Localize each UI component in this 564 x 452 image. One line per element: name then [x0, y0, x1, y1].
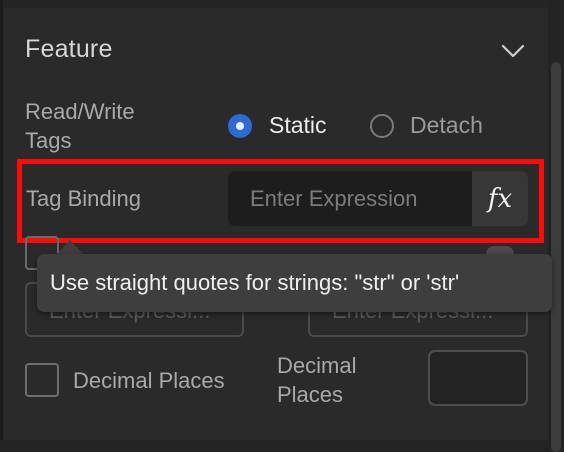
section-title: Feature — [25, 35, 113, 63]
read-write-tags-label: Read/Write Tags — [25, 97, 135, 155]
decimal-places-field — [428, 350, 528, 406]
detach-radio[interactable] — [370, 114, 394, 138]
decimal-places-checkbox[interactable] — [25, 363, 59, 397]
decimal-places-input[interactable] — [430, 352, 526, 404]
quotes-tooltip: Use straight quotes for strings: "str" o… — [37, 254, 552, 312]
read-write-tags-label-line1: Read/Write — [25, 99, 135, 124]
panel-top-border — [0, 0, 564, 8]
tooltip-arrow — [56, 240, 84, 255]
chevron-down-icon[interactable] — [500, 38, 526, 64]
detach-radio-label[interactable]: Detach — [410, 112, 483, 139]
panel-bottom-divider — [0, 440, 548, 452]
read-write-tags-label-line2: Tags — [25, 128, 72, 153]
decimal-places-field-label: Decimal Places — [277, 351, 356, 409]
decimal-places-field-label-line1: Decimal — [277, 353, 357, 378]
static-radio-label[interactable]: Static — [269, 112, 327, 139]
decimal-places-checkbox-label[interactable]: Decimal Places — [73, 366, 225, 395]
decimal-places-field-label-line2: Places — [277, 382, 344, 407]
highlight-annotation — [17, 159, 544, 243]
panel-left-border — [0, 0, 3, 452]
scrollbar-thumb[interactable] — [551, 62, 561, 452]
static-radio[interactable] — [228, 114, 252, 138]
